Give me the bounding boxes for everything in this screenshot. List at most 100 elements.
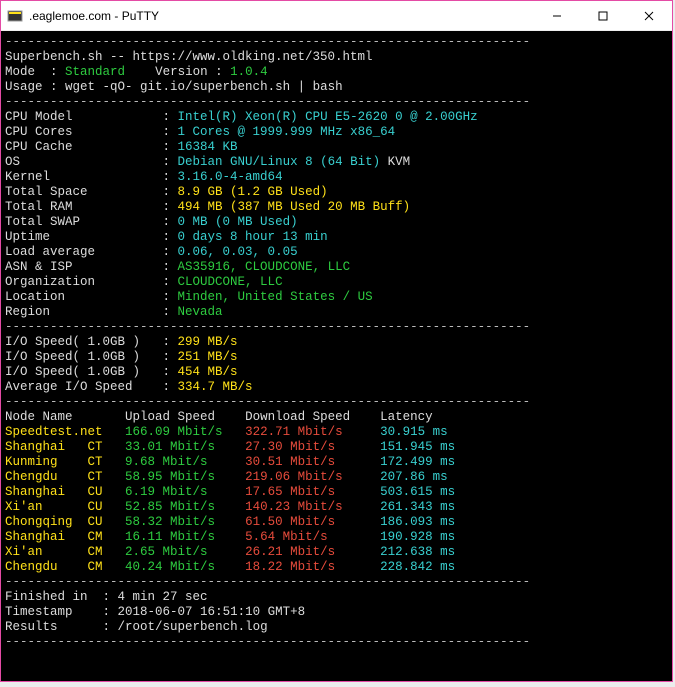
swap-label: Total SWAP : xyxy=(5,215,170,229)
rule: ----------------------------------------… xyxy=(5,95,530,109)
node: Shanghai CT xyxy=(5,440,118,454)
io3-label: I/O Speed( 1.0GB ) : xyxy=(5,365,170,379)
load-label: Load average : xyxy=(5,245,170,259)
lat: 172.499 ms xyxy=(380,455,455,469)
node: Xi'an CU xyxy=(5,500,118,514)
ram-label: Total RAM : xyxy=(5,200,170,214)
org-label: Organization : xyxy=(5,275,170,289)
down: 219.06 Mbit/s xyxy=(245,470,380,484)
script-line: Superbench.sh -- https://www.oldking.net… xyxy=(5,50,373,64)
h-up: Upload Speed xyxy=(125,410,215,424)
up: 6.19 Mbit/s xyxy=(125,485,245,499)
table-row: Chengdu CT 58.95 Mbit/s 219.06 Mbit/s 20… xyxy=(5,470,448,484)
version-label: Version : xyxy=(155,65,223,79)
down: 26.21 Mbit/s xyxy=(245,545,380,559)
ram-value: 494 MB (387 MB Used 20 MB Buff) xyxy=(178,200,411,214)
node: Kunming CT xyxy=(5,455,118,469)
lat: 261.343 ms xyxy=(380,500,455,514)
down: 17.65 Mbit/s xyxy=(245,485,380,499)
down: 18.22 Mbit/s xyxy=(245,560,380,574)
rule: ----------------------------------------… xyxy=(5,395,530,409)
window-title: .eaglemoe.com - PuTTY xyxy=(29,9,159,23)
mode-label: Mode : xyxy=(5,65,58,79)
kernel-label: Kernel : xyxy=(5,170,170,184)
ts-value: 2018-06-07 16:51:10 GMT+8 xyxy=(118,605,306,619)
usage-value: wget -qO- git.io/superbench.sh | bash xyxy=(65,80,343,94)
node: Speedtest.net xyxy=(5,425,118,439)
version-value: 1.0.4 xyxy=(230,65,268,79)
up: 166.09 Mbit/s xyxy=(125,425,245,439)
os-value: Debian GNU/Linux 8 (64 Bit) xyxy=(178,155,381,169)
table-row: Speedtest.net 166.09 Mbit/s 322.71 Mbit/… xyxy=(5,425,448,439)
table-row: Chongqing CU 58.32 Mbit/s 61.50 Mbit/s 1… xyxy=(5,515,455,529)
titlebar[interactable]: .eaglemoe.com - PuTTY xyxy=(1,1,672,31)
node: Shanghai CU xyxy=(5,485,118,499)
cpu-cache-value: 16384 KB xyxy=(178,140,238,154)
ts-label: Timestamp : xyxy=(5,605,110,619)
lat: 186.093 ms xyxy=(380,515,455,529)
io1-value: 299 MB/s xyxy=(178,335,238,349)
uptime-value: 0 days 8 hour 13 min xyxy=(178,230,328,244)
lat: 212.638 ms xyxy=(380,545,455,559)
rule: ----------------------------------------… xyxy=(5,320,530,334)
res-label: Results : xyxy=(5,620,110,634)
lat: 151.945 ms xyxy=(380,440,455,454)
node: Shanghai CM xyxy=(5,530,118,544)
up: 2.65 Mbit/s xyxy=(125,545,245,559)
up: 33.01 Mbit/s xyxy=(125,440,245,454)
space-label: Total Space : xyxy=(5,185,170,199)
up: 16.11 Mbit/s xyxy=(125,530,245,544)
lat: 207.86 ms xyxy=(380,470,448,484)
region-value: Nevada xyxy=(178,305,223,319)
up: 52.85 Mbit/s xyxy=(125,500,245,514)
res-value: /root/superbench.log xyxy=(118,620,268,634)
node: Chongqing CU xyxy=(5,515,118,529)
fin-value: 4 min 27 sec xyxy=(118,590,208,604)
table-row: Shanghai CU 6.19 Mbit/s 17.65 Mbit/s 503… xyxy=(5,485,455,499)
rule: ----------------------------------------… xyxy=(5,35,530,49)
table-row: Shanghai CM 16.11 Mbit/s 5.64 Mbit/s 190… xyxy=(5,530,455,544)
down: 30.51 Mbit/s xyxy=(245,455,380,469)
node: Xi'an CM xyxy=(5,545,118,559)
h-down: Download Speed xyxy=(245,410,350,424)
table-row: Chengdu CM 40.24 Mbit/s 18.22 Mbit/s 228… xyxy=(5,560,455,574)
table-row: Xi'an CU 52.85 Mbit/s 140.23 Mbit/s 261.… xyxy=(5,500,455,514)
up: 9.68 Mbit/s xyxy=(125,455,245,469)
lat: 190.928 ms xyxy=(380,530,455,544)
mode-value: Standard xyxy=(65,65,125,79)
region-label: Region : xyxy=(5,305,170,319)
rule: ----------------------------------------… xyxy=(5,575,530,589)
usage-label: Usage : xyxy=(5,80,58,94)
cpu-model-value: Intel(R) Xeon(R) CPU E5-2620 0 @ 2.00GHz xyxy=(178,110,478,124)
close-button[interactable] xyxy=(626,1,672,30)
up: 40.24 Mbit/s xyxy=(125,560,245,574)
io2-value: 251 MB/s xyxy=(178,350,238,364)
loc-label: Location : xyxy=(5,290,170,304)
down: 27.30 Mbit/s xyxy=(245,440,380,454)
node: Chengdu CT xyxy=(5,470,118,484)
uptime-label: Uptime : xyxy=(5,230,170,244)
lat: 503.615 ms xyxy=(380,485,455,499)
putty-icon xyxy=(7,8,23,24)
rule: ----------------------------------------… xyxy=(5,635,530,649)
maximize-button[interactable] xyxy=(580,1,626,30)
down: 5.64 Mbit/s xyxy=(245,530,380,544)
lat: 228.842 ms xyxy=(380,560,455,574)
h-lat: Latency xyxy=(380,410,433,424)
down: 61.50 Mbit/s xyxy=(245,515,380,529)
table-row: Kunming CT 9.68 Mbit/s 30.51 Mbit/s 172.… xyxy=(5,455,455,469)
down: 140.23 Mbit/s xyxy=(245,500,380,514)
cpu-cores-value: 1 Cores @ 1999.999 MHz x86_64 xyxy=(178,125,396,139)
asn-label: ASN & ISP : xyxy=(5,260,170,274)
load-value: 0.06, 0.03, 0.05 xyxy=(178,245,298,259)
h-node: Node Name xyxy=(5,410,73,424)
terminal-output[interactable]: ----------------------------------------… xyxy=(1,31,672,681)
cpu-cores-label: CPU Cores : xyxy=(5,125,170,139)
node: Chengdu CM xyxy=(5,560,118,574)
asn-value: AS35916, CLOUDCONE, LLC xyxy=(178,260,351,274)
io1-label: I/O Speed( 1.0GB ) : xyxy=(5,335,170,349)
minimize-button[interactable] xyxy=(534,1,580,30)
putty-window: .eaglemoe.com - PuTTY ------------------… xyxy=(0,0,673,682)
io2-label: I/O Speed( 1.0GB ) : xyxy=(5,350,170,364)
up: 58.32 Mbit/s xyxy=(125,515,245,529)
